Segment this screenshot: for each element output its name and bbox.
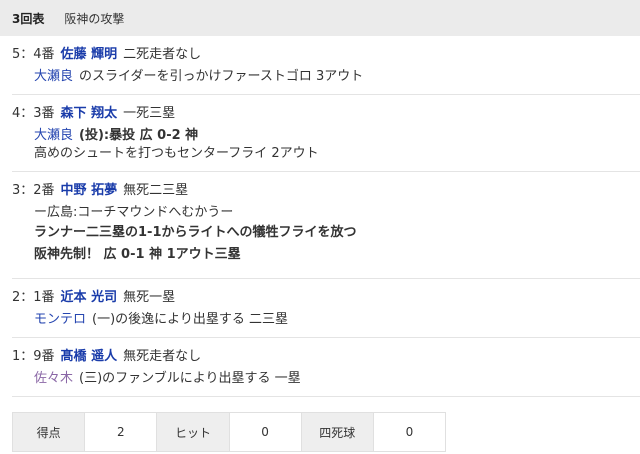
play-text: 阪神先制！ 広 0-1 神 1アウト三塁 <box>34 247 241 262</box>
batter-link[interactable]: 森下 翔太 <box>61 106 118 121</box>
play-entry: 5：4番 佐藤 輝明 二死走者なし 大瀬良 のスライダーを引っかけファーストゴロ 3ア… <box>12 36 640 95</box>
play-text: (投):暴投 広 0-2 神 <box>79 128 199 143</box>
player-link[interactable]: 佐々木 <box>34 371 73 386</box>
play-text: ー広島:コーチマウンドへむかうー <box>34 205 234 220</box>
inning-stats-table: 得点 2 ヒット 0 四死球 0 <box>11 412 447 452</box>
inning-title: 阪神の攻撃 <box>64 11 125 26</box>
play-text: のスライダーを引っかけファーストゴロ 3アウト <box>79 69 364 84</box>
situation: 無死走者なし <box>123 349 202 364</box>
play-text: 高めのシュートを打つもセンターフライ 2アウト <box>34 146 319 161</box>
play-entry: 2：1番 近本 光司 無死一塁 モンテロ (一)の後逸により出塁する 二三塁 <box>12 279 640 338</box>
batter-link[interactable]: 中野 拓夢 <box>61 183 118 198</box>
situation: 無死一塁 <box>123 290 176 305</box>
situation: 一死三塁 <box>123 106 176 121</box>
batter-link[interactable]: 近本 光司 <box>61 290 118 305</box>
batter-link[interactable]: 髙橋 遥人 <box>61 349 118 364</box>
play-text: (一)の後逸により出塁する 二三塁 <box>92 312 289 327</box>
batter-link[interactable]: 佐藤 輝明 <box>61 47 118 62</box>
play-text: ランナー二三塁の1-1からライトへの犠牲フライを放つ <box>34 225 357 240</box>
player-link[interactable]: モンテロ <box>34 312 86 327</box>
batter-order: 4：3番 <box>12 106 55 121</box>
inning-label: 3回表 <box>12 11 45 26</box>
hits-label: ヒット <box>156 412 230 452</box>
situation: 無死二三塁 <box>123 183 189 198</box>
player-link[interactable]: 大瀬良 <box>34 69 73 84</box>
batter-order: 5：4番 <box>12 47 55 62</box>
batter-order: 1：9番 <box>12 349 55 364</box>
play-entry: 3：2番 中野 拓夢 無死二三塁 ー広島:コーチマウンドへむかうー ランナー二三塁の… <box>12 172 640 279</box>
inning-header: 3回表 阪神の攻撃 <box>0 0 640 36</box>
runs-value: 2 <box>84 412 158 452</box>
walks-label: 四死球 <box>300 412 374 452</box>
play-text: (三)のファンブルにより出塁する 一塁 <box>79 371 301 386</box>
play-entry: 4：3番 森下 翔太 一死三塁 大瀬良 (投):暴投 広 0-2 神 高めのシュートを… <box>12 95 640 172</box>
hits-value: 0 <box>228 412 302 452</box>
walks-value: 0 <box>372 412 447 452</box>
runs-label: 得点 <box>11 412 86 452</box>
play-entry: 1：9番 髙橋 遥人 無死走者なし 佐々木 (三)のファンブルにより出塁する 一塁 <box>12 338 640 397</box>
batter-order: 2：1番 <box>12 290 55 305</box>
batter-order: 3：2番 <box>12 183 55 198</box>
player-link[interactable]: 大瀬良 <box>34 128 73 143</box>
situation: 二死走者なし <box>123 47 202 62</box>
